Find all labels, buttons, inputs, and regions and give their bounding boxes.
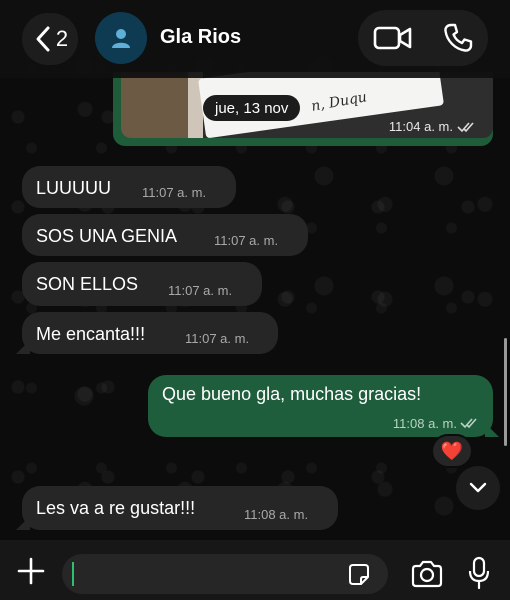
unread-count: 2 [55, 26, 69, 51]
incoming-message[interactable]: LUUUUU 11:07 a. m. [22, 166, 236, 208]
outgoing-message[interactable]: Que bueno gla, muchas gracias! 11:08 a. … [148, 375, 499, 437]
sticker-icon[interactable] [346, 562, 372, 588]
image-message[interactable]: n, Duqu 11:04 a. m. [113, 72, 493, 146]
double-check-icon [460, 418, 477, 429]
incoming-message[interactable]: SOS UNA GENIA 11:07 a. m. [22, 214, 308, 256]
double-check-icon [457, 122, 474, 133]
date-separator: jue, 13 nov [203, 95, 301, 121]
person-icon [112, 29, 130, 48]
message-time: 11:07 a. m. [185, 331, 250, 346]
scroll-to-bottom-button[interactable] [456, 466, 500, 510]
chevron-left-icon [36, 26, 50, 52]
microphone-icon[interactable] [467, 556, 491, 590]
chat-header: 2 Gla Rios [0, 0, 510, 78]
phone-icon[interactable] [442, 22, 474, 54]
call-actions [358, 10, 488, 66]
message-time: 11:04 a. m. [388, 119, 453, 134]
message-time: 11:08 a. m. [392, 416, 457, 431]
message-text: Les va a re gustar!!! [36, 498, 196, 518]
chevron-down-icon [469, 482, 487, 493]
message-time: 11:07 a. m. [214, 233, 279, 248]
message-text: Me encanta!!! [36, 324, 146, 344]
message-input[interactable] [62, 554, 388, 594]
message-text: SOS UNA GENIA [36, 226, 178, 246]
incoming-message[interactable]: SON ELLOS 11:07 a. m. [22, 262, 262, 306]
avatar[interactable] [95, 12, 147, 64]
message-time: 11:08 a. m. [244, 507, 309, 522]
message-text: SON ELLOS [36, 274, 139, 294]
incoming-message[interactable]: Me encanta!!! 11:07 a. m. [16, 312, 278, 354]
video-camera-icon[interactable] [373, 24, 413, 52]
scrollbar[interactable] [504, 338, 507, 446]
message-time: 11:07 a. m. [142, 185, 207, 200]
heart-reaction[interactable]: ❤️ [431, 434, 473, 468]
message-composer [0, 540, 510, 600]
message-text: Que bueno gla, muchas gracias! [162, 384, 422, 404]
plus-icon[interactable] [16, 556, 46, 586]
contact-name[interactable]: Gla Rios [160, 26, 241, 49]
camera-icon[interactable] [410, 560, 444, 588]
message-text: LUUUUU [36, 178, 112, 198]
back-button[interactable]: 2 [22, 13, 78, 65]
text-cursor [72, 562, 74, 586]
message-time: 11:07 a. m. [168, 283, 233, 298]
incoming-message[interactable]: Les va a re gustar!!! 11:08 a. m. [16, 486, 338, 530]
